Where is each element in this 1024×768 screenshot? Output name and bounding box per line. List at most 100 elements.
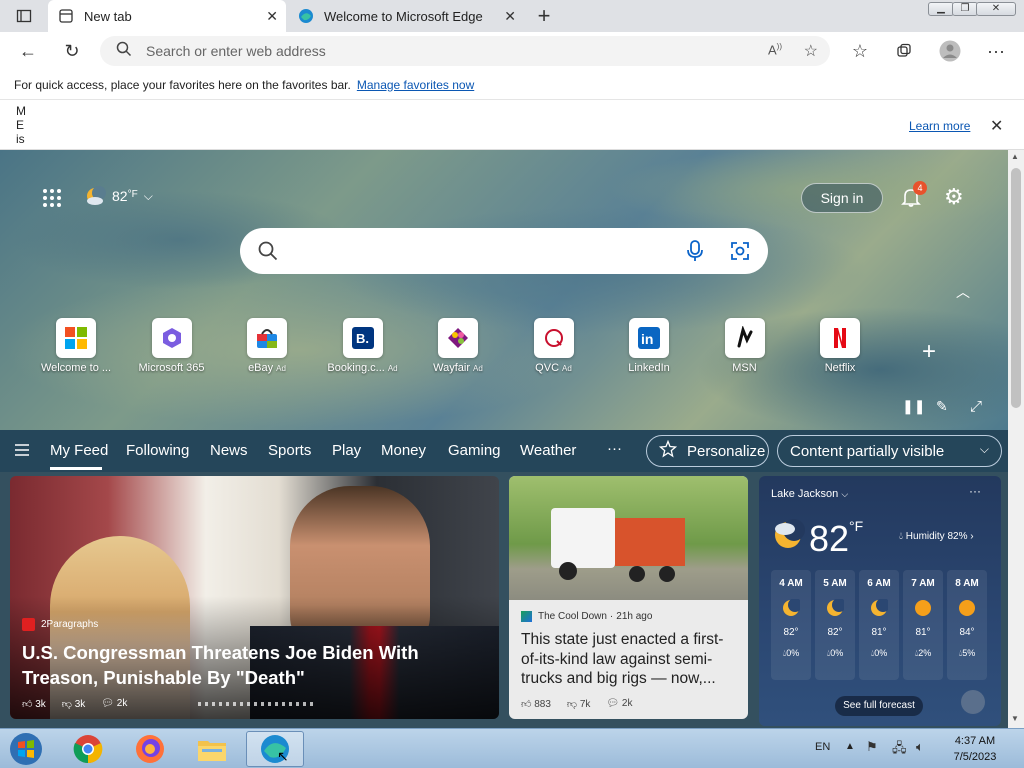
- fullscreen-icon[interactable]: ⤢: [970, 398, 982, 415]
- quick-link-booking[interactable]: B. Booking.c... Ad: [319, 318, 407, 374]
- tab-weather[interactable]: Weather: [520, 442, 576, 459]
- quick-link-netflix[interactable]: Netflix: [796, 318, 884, 374]
- add-favorite-icon[interactable]: ☆: [804, 41, 818, 61]
- weather-widget[interactable]: 82 °F ⌵: [84, 184, 153, 208]
- add-shortcut-icon[interactable]: +: [922, 338, 936, 366]
- collections-icon[interactable]: [890, 37, 918, 65]
- close-tab-icon[interactable]: ✕: [504, 8, 516, 25]
- dislike-icon: 👎︎ 7k: [566, 699, 591, 710]
- quick-link-wayfair[interactable]: Wayfair Ad: [414, 318, 502, 374]
- quick-link-linkedin[interactable]: in LinkedIn: [605, 318, 693, 374]
- clock[interactable]: 4:37 AM 7/5/2023: [945, 733, 1005, 765]
- weather-card[interactable]: Lake Jackson ⌵ ··· 82°F 💧︎ Humidity 82% …: [759, 476, 1001, 726]
- card-headline[interactable]: U.S. Congressman Threatens Joe Biden Wit…: [22, 640, 492, 690]
- back-icon[interactable]: ←: [14, 37, 42, 65]
- gear-icon[interactable]: ⚙: [944, 186, 964, 208]
- page-scrollbar[interactable]: ▲ ▼: [1008, 150, 1024, 728]
- tab-actions-icon[interactable]: [10, 2, 38, 30]
- tab-following[interactable]: Following: [126, 442, 189, 459]
- volume-icon[interactable]: 🔈︎: [916, 739, 924, 755]
- collapse-chevron-icon[interactable]: ︿: [956, 282, 970, 302]
- scroll-thumb[interactable]: [1011, 168, 1021, 408]
- start-button-icon[interactable]: [0, 731, 52, 767]
- new-tab-plus-icon[interactable]: +: [530, 2, 558, 30]
- quick-link-label: Booking.c... Ad: [327, 362, 398, 374]
- hour-forecast-item[interactable]: 5 AM 82° 💧︎0%: [815, 570, 855, 680]
- quick-link-microsoft-365[interactable]: Microsoft 365: [128, 318, 216, 374]
- visual-search-icon[interactable]: [730, 241, 750, 266]
- quick-link-label: eBay Ad: [248, 362, 286, 374]
- chrome-icon[interactable]: [62, 731, 114, 767]
- minimize-icon[interactable]: ▁: [928, 2, 954, 16]
- content-visibility-dropdown[interactable]: Content partially visible ⌵: [777, 435, 1002, 467]
- svg-text:B.: B.: [356, 331, 369, 346]
- read-aloud-icon[interactable]: A)): [768, 42, 782, 57]
- firefox-icon[interactable]: [124, 731, 176, 767]
- sign-in-button[interactable]: Sign in: [801, 183, 883, 213]
- address-bar[interactable]: Search or enter web address A)) ☆: [100, 36, 830, 66]
- refresh-icon[interactable]: ↻: [58, 37, 86, 65]
- hamburger-menu-icon[interactable]: [14, 443, 30, 462]
- hour-forecast-item[interactable]: 4 AM 82° 💧︎0%: [771, 570, 811, 680]
- scroll-up-icon: ▲: [1011, 152, 1019, 161]
- tab-welcome-edge[interactable]: Welcome to Microsoft Edge ✕: [288, 0, 528, 32]
- settings-more-icon[interactable]: ···: [982, 37, 1010, 65]
- tab-play[interactable]: Play: [332, 442, 361, 459]
- sun-icon: [958, 599, 976, 617]
- app-launcher-icon[interactable]: [42, 188, 62, 208]
- tab-my-feed[interactable]: My Feed: [50, 442, 108, 459]
- hour-forecast-item[interactable]: 6 AM 81° 💧︎0%: [859, 570, 899, 680]
- content-visibility-label: Content partially visible: [790, 442, 945, 460]
- show-hidden-icons-icon[interactable]: ▲: [845, 741, 855, 752]
- tab-news[interactable]: News: [210, 442, 248, 459]
- learn-more-link[interactable]: Learn more: [909, 119, 970, 133]
- edit-background-icon[interactable]: ✎: [936, 398, 948, 415]
- file-explorer-icon[interactable]: [186, 731, 238, 767]
- hour-time: 5 AM: [823, 578, 847, 589]
- close-tab-icon[interactable]: ✕: [266, 8, 278, 25]
- moon-icon: [782, 598, 802, 617]
- more-tabs-icon[interactable]: ···: [607, 440, 622, 457]
- restore-icon[interactable]: ❐: [952, 2, 978, 16]
- hour-forecast-item[interactable]: 8 AM 84° 💧︎5%: [947, 570, 987, 680]
- ad-badge: Ad: [473, 364, 483, 373]
- tab-new-tab[interactable]: New tab ✕: [48, 0, 286, 32]
- tab-money[interactable]: Money: [381, 442, 426, 459]
- personalize-button[interactable]: Personalize: [646, 435, 769, 467]
- profile-avatar[interactable]: [936, 37, 964, 65]
- quick-link-welcome-edge[interactable]: Welcome to ...: [32, 318, 120, 374]
- moon-icon: [826, 598, 846, 617]
- more-options-icon[interactable]: ···: [969, 484, 981, 498]
- card-source: 2Paragraphs: [22, 618, 98, 631]
- microphone-icon[interactable]: [686, 240, 704, 267]
- manage-favorites-link[interactable]: Manage favorites now: [357, 78, 474, 92]
- quick-link-label: MSN: [732, 362, 757, 374]
- hour-forecast-item[interactable]: 7 AM 81° 💧︎2%: [903, 570, 943, 680]
- input-language[interactable]: EN: [815, 741, 830, 753]
- see-full-forecast-button[interactable]: See full forecast: [835, 696, 923, 716]
- web-search-box[interactable]: [240, 228, 768, 274]
- hour-time: 7 AM: [911, 578, 935, 589]
- card-headline[interactable]: This state just enacted a first-of-its-k…: [521, 630, 741, 689]
- quick-link-ebay[interactable]: eBay Ad: [223, 318, 311, 374]
- secondary-news-card[interactable]: The Cool Down · 21h ago This state just en…: [509, 476, 748, 719]
- network-icon[interactable]: 🖧︎: [892, 739, 907, 761]
- tab-sports[interactable]: Sports: [268, 442, 311, 459]
- quick-link-msn[interactable]: MSN: [701, 318, 789, 374]
- weather-assistant-icon[interactable]: [961, 690, 985, 714]
- pause-icon[interactable]: ❚❚: [902, 398, 925, 415]
- close-icon[interactable]: ✕: [990, 116, 1003, 136]
- tab-gaming[interactable]: Gaming: [448, 442, 501, 459]
- humidity-info[interactable]: 💧︎ Humidity 82% ›: [899, 531, 974, 542]
- quick-link-qvc[interactable]: QVC Ad: [510, 318, 598, 374]
- action-center-icon[interactable]: ⚑: [866, 739, 878, 755]
- weather-location[interactable]: Lake Jackson ⌵: [771, 488, 848, 500]
- carousel-dots[interactable]: [198, 702, 316, 706]
- feed-cards: 2Paragraphs U.S. Congressman Threatens J…: [0, 472, 1008, 728]
- edge-taskbar-icon[interactable]: ↖: [246, 731, 304, 767]
- notifications-icon[interactable]: 4: [900, 181, 927, 213]
- hour-temp: 81°: [915, 627, 931, 638]
- close-window-icon[interactable]: ✕: [976, 2, 1016, 16]
- favorites-icon[interactable]: ☆: [846, 37, 874, 65]
- main-news-card[interactable]: 2Paragraphs U.S. Congressman Threatens J…: [10, 476, 499, 719]
